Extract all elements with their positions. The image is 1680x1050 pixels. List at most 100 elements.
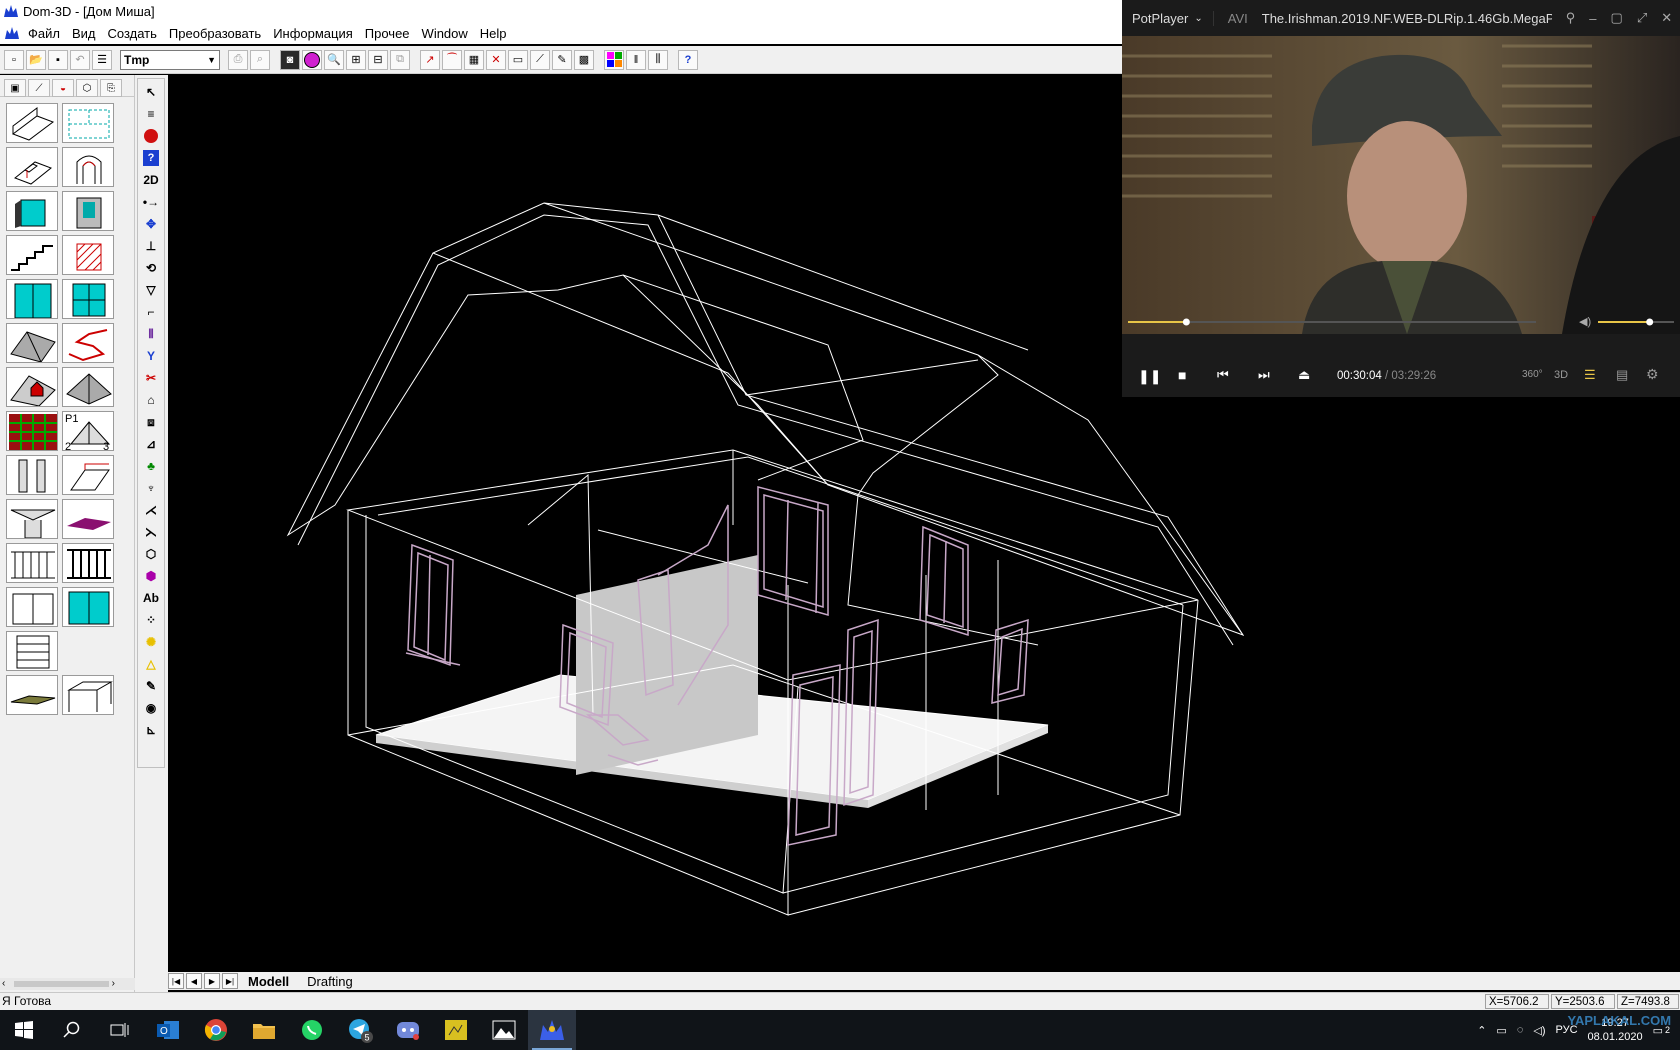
- palette-tab-paint[interactable]: ◒: [52, 79, 74, 97]
- tab-modell[interactable]: Modell: [240, 974, 297, 989]
- help-query-icon[interactable]: ?: [141, 148, 161, 168]
- fullscreen-icon[interactable]: ⤢: [1637, 10, 1647, 26]
- taskbar-whatsapp[interactable]: [288, 1010, 336, 1050]
- next-sheet-icon[interactable]: ▶: [204, 973, 220, 989]
- taskbar-chrome[interactable]: [192, 1010, 240, 1050]
- menu-other[interactable]: Прочее: [359, 26, 416, 41]
- rotate-icon[interactable]: ⟲: [141, 258, 161, 278]
- column-tool[interactable]: [6, 455, 58, 495]
- speaker-icon[interactable]: ◁): [1533, 1024, 1545, 1037]
- menu-view[interactable]: Вид: [66, 26, 102, 41]
- zoom-out-icon[interactable]: ⊟: [368, 49, 388, 70]
- measure-icon[interactable]: ▭: [508, 49, 528, 70]
- palette-tab-lines[interactable]: ⟋: [28, 79, 50, 97]
- roof-gable-tool[interactable]: [6, 323, 58, 363]
- double-door-tool[interactable]: [6, 279, 58, 319]
- window-tool[interactable]: [6, 191, 58, 231]
- menu-file[interactable]: Файл: [22, 26, 66, 41]
- taskbar-outlook[interactable]: O: [144, 1010, 192, 1050]
- menu-create[interactable]: Создать: [102, 26, 163, 41]
- palette-tab-export[interactable]: ⎘: [100, 79, 122, 97]
- properties-icon[interactable]: ✎: [552, 49, 572, 70]
- prev-sheet-icon[interactable]: ◀: [186, 973, 202, 989]
- pin-icon[interactable]: ⊿: [141, 434, 161, 454]
- task-view-button[interactable]: [96, 1010, 144, 1050]
- eject-icon[interactable]: ⏏: [1298, 367, 1310, 383]
- spiral-stairs-tool[interactable]: [62, 323, 114, 363]
- cabinet-tool[interactable]: [6, 587, 58, 627]
- last-sheet-icon[interactable]: ▶|: [222, 973, 238, 989]
- step-icon[interactable]: ⌐: [141, 302, 161, 322]
- help-button[interactable]: ?: [678, 49, 698, 70]
- plate-tool[interactable]: [6, 675, 58, 715]
- next-icon[interactable]: ⏭: [1258, 367, 1270, 383]
- fence-tool[interactable]: [62, 543, 114, 583]
- group-icon[interactable]: ⁘: [141, 610, 161, 630]
- drawer-tool[interactable]: [6, 631, 58, 671]
- clock[interactable]: 19:27 08.01.2020 YAPLAKAL.COM: [1568, 1014, 1672, 1044]
- roof-hip-tool[interactable]: [62, 367, 114, 407]
- chevron-down-icon[interactable]: ⌄: [1194, 13, 1212, 24]
- move-icon[interactable]: ✥: [141, 214, 161, 234]
- select-arrow-icon[interactable]: ↖: [141, 82, 161, 102]
- zoom-in-icon[interactable]: ⊞: [346, 49, 366, 70]
- erase-icon[interactable]: ⌂: [141, 390, 161, 410]
- chevron-left-icon[interactable]: ‹: [2, 978, 5, 989]
- undo-icon[interactable]: ↶: [70, 49, 90, 70]
- taskbar-discord[interactable]: [384, 1010, 432, 1050]
- view-3d-button[interactable]: 3D: [1554, 369, 1568, 381]
- taskbar-dom3d[interactable]: [528, 1010, 576, 1050]
- arch-tool[interactable]: [62, 147, 114, 187]
- join-icon[interactable]: ⧈: [141, 412, 161, 432]
- zoom-window-icon[interactable]: 🔍: [324, 49, 344, 70]
- split-icon[interactable]: ⋌: [141, 500, 161, 520]
- playlist-search-icon[interactable]: ☰: [1584, 367, 1596, 383]
- plant-icon[interactable]: ♣: [141, 456, 161, 476]
- material-icon[interactable]: [302, 49, 322, 70]
- menu-info[interactable]: Информация: [267, 26, 359, 41]
- snap-point-icon[interactable]: ↗: [420, 49, 440, 70]
- tile-tool[interactable]: [6, 411, 58, 451]
- search-button[interactable]: [48, 1010, 96, 1050]
- mirror-icon[interactable]: ▽: [141, 280, 161, 300]
- view-2d-button[interactable]: 2D: [141, 170, 161, 190]
- close-icon[interactable]: ✕: [1661, 10, 1672, 26]
- move-point-icon[interactable]: •→: [141, 192, 161, 212]
- network-icon[interactable]: ▭: [1496, 1024, 1506, 1037]
- railing-tool[interactable]: [6, 543, 58, 583]
- hatch-wall-tool[interactable]: [62, 235, 114, 275]
- light-icon[interactable]: ✺: [141, 632, 161, 652]
- array-icon[interactable]: ⦀: [141, 324, 161, 344]
- volume-icon[interactable]: ◀): [1579, 315, 1591, 328]
- merge-icon[interactable]: ⋋: [141, 522, 161, 542]
- color-palette-icon[interactable]: [604, 49, 624, 70]
- taskbar-explorer[interactable]: [240, 1010, 288, 1050]
- open-folder-icon[interactable]: 📂: [26, 49, 46, 70]
- palette-scrollbar[interactable]: ‹ ›: [0, 978, 135, 990]
- slab-tool[interactable]: [62, 499, 114, 539]
- playlist-icon[interactable]: ▤: [1616, 367, 1628, 383]
- axis-icon[interactable]: ⊥: [141, 236, 161, 256]
- tray-chevron-up-icon[interactable]: ⌃: [1477, 1024, 1486, 1037]
- menu-transform[interactable]: Преобразовать: [163, 26, 267, 41]
- print-icon[interactable]: ⎙: [228, 49, 248, 70]
- snap-line-icon[interactable]: ⁀: [442, 49, 462, 70]
- maximize-icon[interactable]: ▢: [1611, 10, 1623, 26]
- snap-off-icon[interactable]: ✕: [486, 49, 506, 70]
- scissors-icon[interactable]: ✂: [141, 368, 161, 388]
- cube-color-icon[interactable]: ⬢: [141, 566, 161, 586]
- tree-icon[interactable]: Y: [141, 346, 161, 366]
- door-tool[interactable]: [62, 191, 114, 231]
- window-grid-tool[interactable]: [62, 279, 114, 319]
- chevron-right-icon[interactable]: ›: [112, 978, 115, 989]
- wardrobe-tool[interactable]: [62, 587, 114, 627]
- text-tool-button[interactable]: Ab: [141, 588, 161, 608]
- hatch-icon[interactable]: ‖: [626, 49, 646, 70]
- settings-gear-icon[interactable]: ⚙: [1646, 366, 1659, 383]
- eye-icon[interactable]: ◉: [141, 698, 161, 718]
- coordinate-icon[interactable]: ⊾: [141, 720, 161, 740]
- warning-icon[interactable]: △: [141, 654, 161, 674]
- volume-handle[interactable]: [1646, 318, 1654, 326]
- brush-icon[interactable]: ✎: [141, 676, 161, 696]
- calculator-icon[interactable]: ▩: [574, 49, 594, 70]
